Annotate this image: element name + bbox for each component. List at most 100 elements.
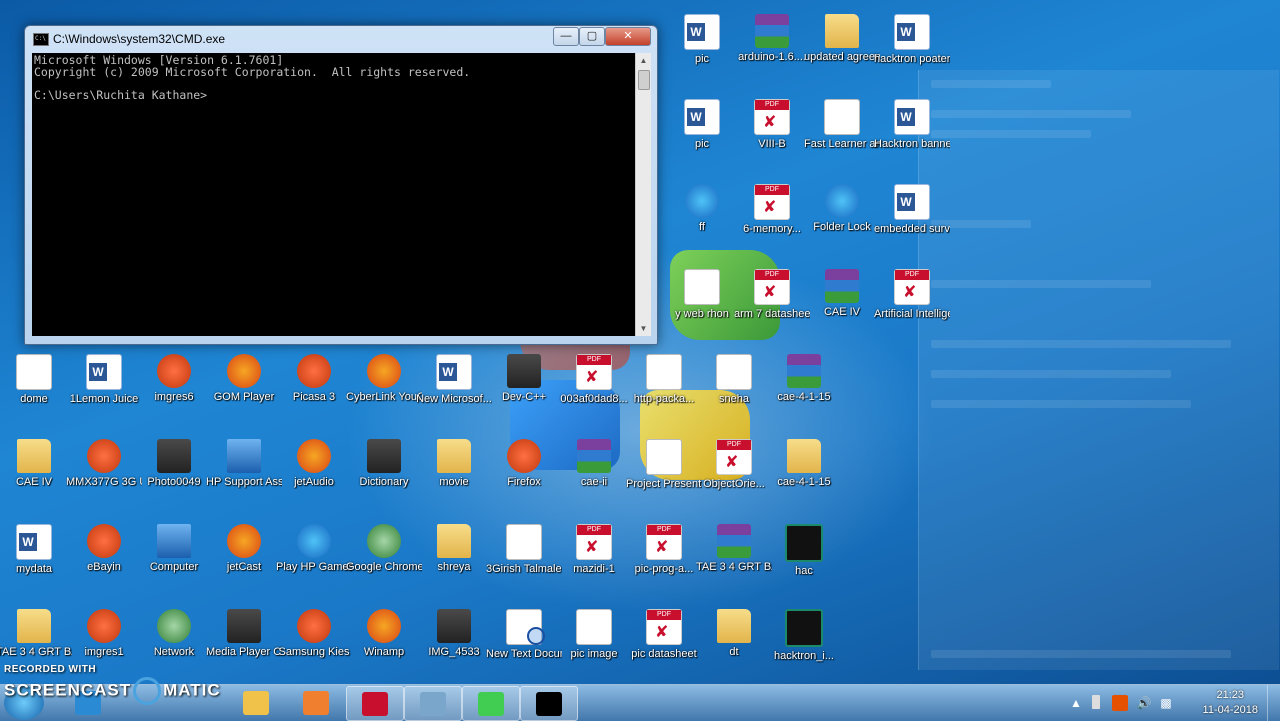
desktop-icon[interactable]: jetAudio [276,435,352,517]
desktop-icon[interactable]: arm 7 datasheet [734,265,810,347]
desktop-icon[interactable]: Samsung Kies [276,605,352,684]
cmd-titlebar[interactable]: C:\Windows\system32\CMD.exe — ▢ ✕ [25,26,657,50]
desktop-icon[interactable]: Computer [136,520,212,602]
minimize-button[interactable]: — [553,27,579,46]
cmd-window[interactable]: C:\Windows\system32\CMD.exe — ▢ ✕ Micros… [24,25,658,345]
desktop-icon[interactable]: 1Lemon Juice [66,350,142,432]
desktop-icon-label: shreya [437,561,471,573]
desktop-icon[interactable]: Hacktron banner [874,95,950,177]
desktop-icon[interactable]: y web rhon [664,265,740,347]
desktop-icon[interactable]: cae-ii [556,435,632,517]
maximize-button[interactable]: ▢ [579,27,605,46]
desktop-icon[interactable]: shreya [416,520,492,602]
desktop-icon[interactable]: CyberLink YouCam [346,350,422,432]
desktop-icon[interactable]: Dictionary [346,435,422,517]
green-icon [157,609,191,643]
taskbar-qt-creator-button[interactable] [462,686,520,721]
desktop-icon[interactable]: Photo0049 [136,435,212,517]
desktop-icon[interactable]: Folder Lock [804,180,880,262]
close-button[interactable]: ✕ [605,27,651,46]
volume-icon[interactable]: 🔊 [1136,695,1152,711]
taskbar-acrobat-reader-button[interactable] [346,686,404,721]
desktop-icon[interactable]: hac [766,520,842,602]
taskbar-windows-explorer-button[interactable] [228,686,284,719]
desktop-icon[interactable]: Firefox [486,435,562,517]
desktop-icon[interactable]: TAE 3 4 GRT BATCH D [696,520,772,602]
taskbar-command-prompt-button[interactable] [520,686,578,721]
desktop-icon[interactable]: dt [696,605,772,684]
desktop-icon[interactable]: hacktron_i... [766,605,842,684]
computer-icon [157,524,191,558]
desktop-icon-label: pic [694,138,710,150]
show-desktop-button[interactable] [1267,685,1280,721]
desktop-icon[interactable]: pic-prog-a... [626,520,702,602]
desktop-icon[interactable]: ObjectOrie... [696,435,772,517]
desktop-icon[interactable]: http-packa... [626,350,702,432]
taskbar-blank-app-button[interactable] [404,686,462,721]
vertical-scrollbar[interactable]: ▲ ▼ [635,53,651,336]
desktop-icon[interactable]: jetCast [206,520,282,602]
desktop-icon[interactable]: Artificial Intelligenc... [874,265,950,347]
desktop-icon[interactable]: updated agreement [804,10,880,92]
cmd-title: C:\Windows\system32\CMD.exe [53,32,226,46]
word-icon [86,354,122,390]
word-icon [894,184,930,220]
scroll-up-icon[interactable]: ▲ [636,53,651,68]
desktop-icon[interactable]: pic image [556,605,632,684]
desktop-icon[interactable]: dome [0,350,72,432]
desktop-icon[interactable]: arduino-1.6.... [734,10,810,92]
desktop-icon[interactable]: Play HP Games [276,520,352,602]
app-icon [367,609,401,643]
desktop-icon[interactable]: cae-4-1-15 [766,350,842,432]
desktop-icon[interactable]: imgres6 [136,350,212,432]
desktop-icon[interactable]: embedded survey form [874,180,950,262]
desktop-icon[interactable]: Picasa 3 [276,350,352,432]
desktop-icon[interactable]: hacktron poater [874,10,950,92]
desktop-icon[interactable]: New Text Document [486,605,562,684]
desktop-icon[interactable]: CAE IV [804,265,880,347]
desktop-icon[interactable]: 3Girish Talmale P... [486,520,562,602]
desktop-icon[interactable]: MMX377G 3G USB ... [66,435,142,517]
desktop-icon[interactable]: pic [664,10,740,92]
desktop-icon[interactable]: mydata [0,520,72,602]
desktop-icon-label: arm 7 datasheet [734,308,810,320]
desktop-icon[interactable]: eBayin [66,520,142,602]
desktop-icon[interactable]: ff [664,180,740,262]
dark-icon [785,524,823,562]
desktop-icon[interactable]: HP Support Assistant [206,435,282,517]
desktop-icon-label: New Microsof... [416,393,492,405]
show-hidden-icons[interactable]: ▲ [1068,695,1084,711]
word-icon [436,354,472,390]
desktop-icon[interactable]: 6-memory... [734,180,810,262]
console-output[interactable]: Microsoft Windows [Version 6.1.7601] Copy… [32,53,635,336]
desktop-icon-label: Hacktron banner [874,138,950,150]
scroll-thumb[interactable] [638,70,650,90]
desktop-icon[interactable]: IMG_4533 [416,605,492,684]
scroll-down-icon[interactable]: ▼ [636,321,651,336]
desktop-icon[interactable]: 003af0dad8... [556,350,632,432]
desktop-icon[interactable]: Dev-C++ [486,350,562,432]
desktop-icon[interactable]: CAE IV [0,435,72,517]
clock[interactable]: 21:23 11-04-2018 [1203,688,1258,718]
doc-icon [506,524,542,560]
desktop-icon[interactable]: VIII-B [734,95,810,177]
battery-icon[interactable] [1092,695,1100,709]
desktop-icon[interactable]: movie [416,435,492,517]
desktop-icon[interactable]: Winamp [346,605,422,684]
desktop-icon[interactable]: sneha [696,350,772,432]
desktop-icon[interactable]: pic datasheet [626,605,702,684]
desktop-icon[interactable]: GOM Player [206,350,282,432]
desktop-icon[interactable]: Project Presentation [626,435,702,517]
taskbar-media-player-button[interactable] [288,686,344,719]
desktop-icon[interactable]: New Microsof... [416,350,492,432]
desktop-icon[interactable]: cae-4-1-15 [766,435,842,517]
desktop-icon-label: cae-4-1-15 [777,391,831,403]
desktop-icon[interactable]: Fast Learner and Reg... [804,95,880,177]
network-icon[interactable]: ▩ [1158,695,1174,711]
antivirus-icon[interactable] [1112,695,1128,711]
desktop-icon[interactable]: mazidi-1 [556,520,632,602]
desktop-icon[interactable]: Google Chrome [346,520,422,602]
desktop-icon-label: Project Presentation [626,478,702,490]
pdf-icon [646,524,682,560]
desktop-icon[interactable]: pic [664,95,740,177]
